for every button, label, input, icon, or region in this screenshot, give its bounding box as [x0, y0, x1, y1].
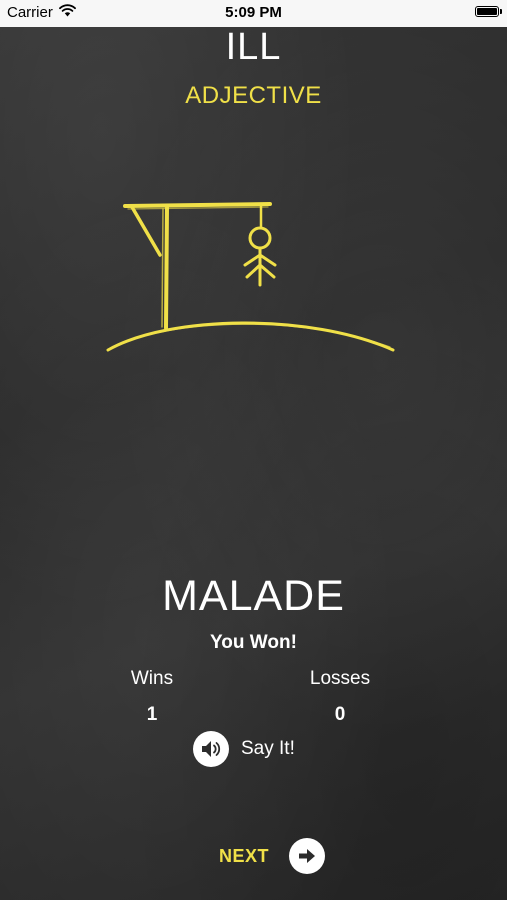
translated-answer: MALADE — [162, 572, 345, 620]
losses-count: 0 — [334, 704, 346, 725]
wins-count: 1 — [146, 704, 158, 725]
losses-label: Losses — [309, 668, 371, 689]
status-right — [475, 6, 502, 17]
next-button[interactable]: NEXT — [219, 838, 326, 874]
say-it-label: Say It! — [241, 738, 295, 759]
game-screen: Carrier 5:09 PM ILL ADJECTIVE MALADE You… — [0, 0, 507, 900]
next-label: NEXT — [219, 845, 270, 866]
hangman-gallows-illustration — [106, 202, 395, 352]
status-bar: Carrier 5:09 PM — [0, 0, 507, 27]
battery-icon — [475, 6, 502, 17]
wins-label: Wins — [130, 668, 174, 689]
word-type: ADJECTIVE — [185, 82, 322, 109]
english-word: ILL — [225, 26, 282, 68]
arrow-right-icon — [289, 838, 326, 874]
speaker-icon — [193, 731, 229, 767]
result-message: You Won! — [210, 632, 297, 653]
status-time: 5:09 PM — [225, 4, 282, 21]
say-it-button[interactable]: Say It! — [193, 731, 295, 767]
